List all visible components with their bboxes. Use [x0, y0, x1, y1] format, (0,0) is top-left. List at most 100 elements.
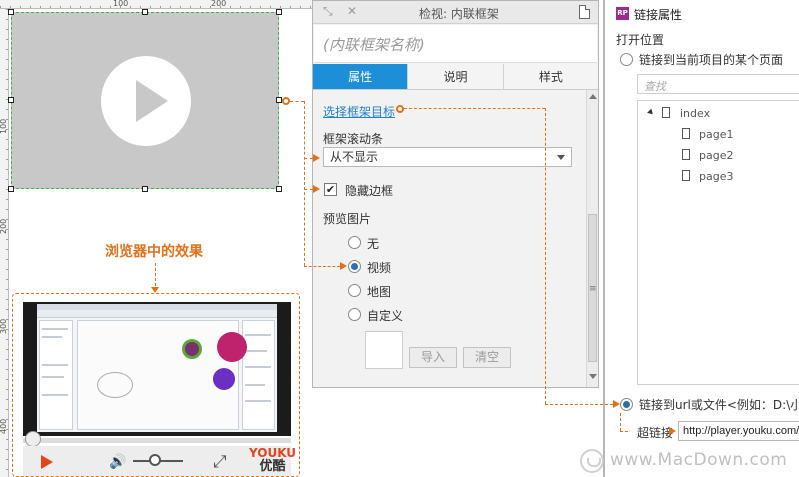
frame-scrollbar-value: 从不显示: [330, 150, 379, 164]
ruler-label: 200: [211, 0, 227, 8]
inline-frame-widget[interactable]: [11, 12, 279, 189]
connector-line: [304, 266, 340, 267]
tab-style[interactable]: 样式: [504, 64, 598, 89]
scrollbar-thumb[interactable]: ≡: [588, 214, 597, 362]
tree-item-page[interactable]: page1: [699, 128, 733, 141]
connector-line: [290, 101, 304, 102]
connector-dot: [282, 97, 290, 105]
connector-arrow: [340, 262, 347, 270]
close-icon[interactable]: ✕: [347, 4, 357, 18]
connector-line: [620, 413, 621, 431]
ruler-left: 100 200 300 400: [0, 9, 9, 477]
link-to-page-radio[interactable]: [620, 53, 633, 66]
ruler-label: 200: [0, 218, 8, 234]
inspector-scrollbar[interactable]: ≡: [586, 90, 598, 387]
custom-preview-thumbnail: [365, 331, 403, 369]
tree-item-page[interactable]: page3: [699, 170, 733, 183]
preview-radio-none[interactable]: [348, 236, 361, 249]
inspector-panel: ⤡ ✕ 检视: 内联框架 (内联框架名称) 属性 说明 样式 选择框架目标 框架…: [312, 0, 599, 388]
connector-line: [404, 108, 545, 109]
connector-arrow: [613, 400, 620, 408]
ruler-label: 300: [0, 318, 8, 334]
connector-arrow: [669, 427, 676, 435]
connector-line: [545, 404, 613, 405]
preview-radio-label: 地图: [367, 285, 392, 299]
player-controls: 🔊 ⤢ YOUKU 优酷: [23, 446, 296, 476]
document-icon[interactable]: [579, 5, 590, 19]
resize-handle[interactable]: [276, 186, 282, 192]
inspector-title: 检视: 内联框架: [419, 7, 499, 21]
resize-handle[interactable]: [8, 97, 14, 103]
fullscreen-icon[interactable]: ⤢: [213, 452, 227, 472]
scroll-up-icon[interactable]: [589, 94, 597, 99]
design-canvas[interactable]: 100 200 100 200 300 400 浏览器中的效果 🔊 ⤢ YOUK…: [0, 0, 312, 477]
collapse-icon[interactable]: ⤡: [323, 4, 333, 19]
tab-notes[interactable]: 说明: [408, 64, 504, 89]
page-icon: [682, 149, 690, 160]
link-to-page-label: 链接到当前项目的某个页面: [639, 53, 784, 67]
chevron-down-icon: [557, 155, 565, 160]
tree-item-page[interactable]: page2: [699, 149, 733, 162]
volume-icon[interactable]: 🔊: [109, 454, 126, 470]
watermark-text: www.MacDown.com: [610, 450, 788, 470]
page-icon: [682, 128, 690, 139]
page-icon: [662, 107, 670, 118]
ruler-top: 100 200: [0, 0, 312, 9]
video-progress-track[interactable]: [23, 438, 291, 443]
video-progress-knob[interactable]: [25, 431, 41, 447]
connector-line: [304, 101, 305, 266]
resize-handle[interactable]: [276, 9, 282, 15]
frame-scrollbar-select[interactable]: 从不显示: [323, 147, 572, 167]
page-icon: [682, 170, 690, 181]
volume-slider-knob[interactable]: [149, 454, 161, 466]
link-to-url-radio[interactable]: [620, 398, 633, 411]
macdown-logo-icon: [580, 449, 604, 473]
preview-image-label: 预览图片: [323, 212, 372, 226]
connector-line: [304, 189, 313, 190]
resize-handle[interactable]: [8, 9, 14, 15]
browser-effect-caption: 浏览器中的效果: [105, 244, 203, 260]
hide-border-label: 隐藏边框: [345, 184, 394, 198]
tree-expand-icon[interactable]: [647, 108, 655, 117]
preview-radio-label: 视频: [367, 261, 392, 275]
browser-effect-preview: 🔊 ⤢ YOUKU 优酷: [12, 293, 300, 477]
play-icon[interactable]: [41, 455, 53, 469]
connector-line: [304, 158, 313, 159]
preview-radio-label: 无: [367, 237, 380, 251]
preview-radio-map[interactable]: [348, 284, 361, 297]
resize-handle[interactable]: [8, 186, 14, 192]
youku-logo: YOUKU 优酷: [249, 447, 296, 474]
tab-properties[interactable]: 属性: [313, 64, 409, 89]
inspector-tabs: 属性 说明 样式: [313, 64, 598, 90]
connector-arrow: [313, 154, 320, 162]
link-properties-dialog: RP 链接属性 打开位置 链接到当前项目的某个页面 查找 index page1…: [603, 0, 799, 477]
page-tree: index page1 page2 page3: [637, 100, 799, 385]
connector-line: [620, 431, 628, 432]
clear-button[interactable]: 清空: [463, 347, 511, 368]
select-frame-target-link[interactable]: 选择框架目标: [323, 103, 395, 120]
connector-dot: [396, 105, 404, 113]
axure-rp-icon: RP: [616, 7, 629, 20]
watermark: www.MacDown.com: [580, 449, 792, 473]
link-to-url-label: 链接到url或文件<例如：D:\小: [639, 398, 799, 412]
frame-name-input[interactable]: (内联框架名称): [314, 25, 597, 63]
preview-radio-video[interactable]: [348, 260, 361, 273]
open-position-label: 打开位置: [616, 33, 665, 47]
tree-item-index[interactable]: index: [680, 107, 710, 120]
hyperlink-input[interactable]: http://player.youku.com/p: [678, 421, 799, 441]
link-dialog-title: 链接属性: [634, 8, 683, 22]
ruler-label: 100: [0, 118, 8, 134]
caption-arrow: [151, 263, 159, 293]
hide-border-checkbox[interactable]: ✔: [324, 183, 337, 196]
import-button[interactable]: 导入: [409, 347, 457, 368]
frame-scrollbar-label: 框架滚动条: [323, 132, 384, 146]
scroll-down-icon[interactable]: [589, 374, 597, 379]
page-search-input[interactable]: 查找: [637, 74, 799, 94]
video-frame: [23, 302, 291, 436]
hyperlink-label: 超链接: [637, 426, 674, 440]
connector-line: [545, 108, 546, 404]
preview-radio-custom[interactable]: [348, 308, 361, 321]
resize-handle[interactable]: [142, 186, 148, 192]
resize-handle[interactable]: [142, 9, 148, 15]
link-dialog-titlebar: RP 链接属性: [605, 0, 799, 28]
